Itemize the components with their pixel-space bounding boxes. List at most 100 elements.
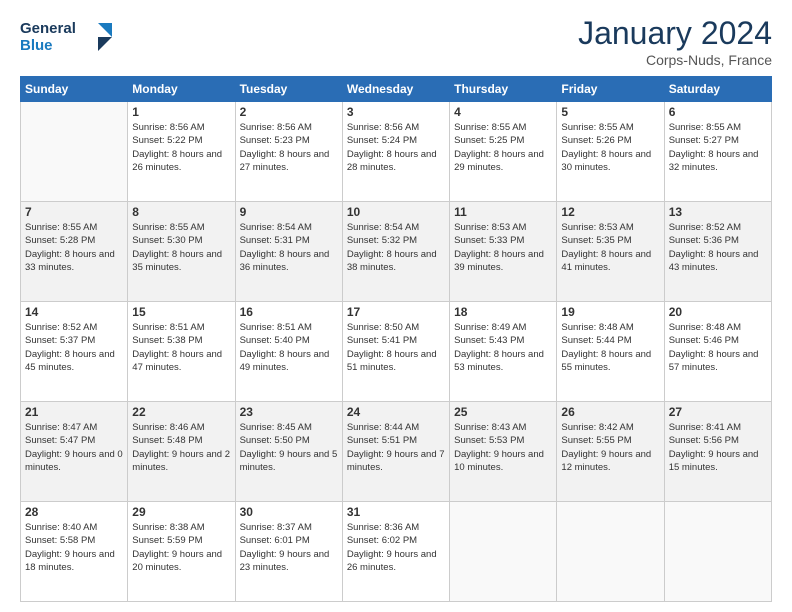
table-row (557, 502, 664, 602)
day-number: 27 (669, 405, 767, 419)
table-row: 7 Sunrise: 8:55 AMSunset: 5:28 PMDaylight… (21, 202, 128, 302)
day-number: 1 (132, 105, 230, 119)
logo: General Blue (20, 15, 120, 62)
day-number: 26 (561, 405, 659, 419)
day-info: Sunrise: 8:40 AMSunset: 5:58 PMDaylight:… (25, 521, 123, 574)
day-info: Sunrise: 8:36 AMSunset: 6:02 PMDaylight:… (347, 521, 445, 574)
table-row: 16Sunrise: 8:51 AMSunset: 5:40 PMDayligh… (235, 302, 342, 402)
table-row (664, 502, 771, 602)
table-row: 23 Sunrise: 8:45 AMSunset: 5:50 PMDayligh… (235, 402, 342, 502)
day-info: Sunrise: 8:56 AMSunset: 5:23 PMDaylight:… (240, 121, 338, 174)
header: General Blue January 2024 Corps-Nuds, Fr… (20, 15, 772, 68)
day-number: 2 (240, 105, 338, 119)
day-number: 23 (240, 405, 338, 419)
day-info: Sunrise: 8:44 AMSunset: 5:51 PMDaylight:… (347, 421, 445, 474)
day-number: 16 (240, 305, 338, 319)
day-info: Sunrise: 8:52 AMSunset: 5:36 PMDaylight:… (669, 221, 767, 274)
table-row: 20Sunrise: 8:48 AMSunset: 5:46 PMDayligh… (664, 302, 771, 402)
svg-text:General: General (20, 20, 76, 37)
calendar-week-row: 1 Sunrise: 8:56 AMSunset: 5:22 PMDaylight… (21, 102, 772, 202)
table-row: 6 Sunrise: 8:55 AMSunset: 5:27 PMDaylight… (664, 102, 771, 202)
logo-text: General Blue (20, 15, 120, 62)
month-title: January 2024 (578, 15, 772, 52)
table-row: 29 Sunrise: 8:38 AMSunset: 5:59 PMDayligh… (128, 502, 235, 602)
calendar-table: Sunday Monday Tuesday Wednesday Thursday… (20, 76, 772, 602)
header-wednesday: Wednesday (342, 77, 449, 102)
page: General Blue January 2024 Corps-Nuds, Fr… (0, 0, 792, 612)
day-info: Sunrise: 8:55 AMSunset: 5:26 PMDaylight:… (561, 121, 659, 174)
day-info: Sunrise: 8:54 AMSunset: 5:31 PMDaylight:… (240, 221, 338, 274)
table-row: 31Sunrise: 8:36 AMSunset: 6:02 PMDayligh… (342, 502, 449, 602)
table-row: 4Sunrise: 8:55 AMSunset: 5:25 PMDaylight… (450, 102, 557, 202)
table-row: 21 Sunrise: 8:47 AMSunset: 5:47 PMDayligh… (21, 402, 128, 502)
day-info: Sunrise: 8:47 AMSunset: 5:47 PMDaylight:… (25, 421, 123, 474)
header-sunday: Sunday (21, 77, 128, 102)
day-number: 9 (240, 205, 338, 219)
day-number: 17 (347, 305, 445, 319)
day-number: 12 (561, 205, 659, 219)
day-info: Sunrise: 8:48 AMSunset: 5:44 PMDaylight:… (561, 321, 659, 374)
table-row: 3 Sunrise: 8:56 AMSunset: 5:24 PMDaylight… (342, 102, 449, 202)
day-number: 6 (669, 105, 767, 119)
day-info: Sunrise: 8:55 AMSunset: 5:30 PMDaylight:… (132, 221, 230, 274)
day-number: 4 (454, 105, 552, 119)
header-friday: Friday (557, 77, 664, 102)
table-row: 18 Sunrise: 8:49 AMSunset: 5:43 PMDayligh… (450, 302, 557, 402)
day-info: Sunrise: 8:38 AMSunset: 5:59 PMDaylight:… (132, 521, 230, 574)
day-info: Sunrise: 8:42 AMSunset: 5:55 PMDaylight:… (561, 421, 659, 474)
day-number: 24 (347, 405, 445, 419)
table-row: 2 Sunrise: 8:56 AMSunset: 5:23 PMDaylight… (235, 102, 342, 202)
table-row: 9 Sunrise: 8:54 AMSunset: 5:31 PMDaylight… (235, 202, 342, 302)
day-info: Sunrise: 8:51 AMSunset: 5:38 PMDaylight:… (132, 321, 230, 374)
calendar-week-row: 21 Sunrise: 8:47 AMSunset: 5:47 PMDayligh… (21, 402, 772, 502)
svg-text:Blue: Blue (20, 37, 53, 54)
day-info: Sunrise: 8:49 AMSunset: 5:43 PMDaylight:… (454, 321, 552, 374)
table-row: 14Sunrise: 8:52 AMSunset: 5:37 PMDayligh… (21, 302, 128, 402)
table-row: 1 Sunrise: 8:56 AMSunset: 5:22 PMDaylight… (128, 102, 235, 202)
day-info: Sunrise: 8:55 AMSunset: 5:28 PMDaylight:… (25, 221, 123, 274)
day-number: 11 (454, 205, 552, 219)
day-number: 28 (25, 505, 123, 519)
day-number: 29 (132, 505, 230, 519)
table-row: 25 Sunrise: 8:43 AMSunset: 5:53 PMDayligh… (450, 402, 557, 502)
day-number: 20 (669, 305, 767, 319)
day-number: 13 (669, 205, 767, 219)
day-number: 8 (132, 205, 230, 219)
table-row: 12 Sunrise: 8:53 AMSunset: 5:35 PMDayligh… (557, 202, 664, 302)
day-number: 5 (561, 105, 659, 119)
day-info: Sunrise: 8:46 AMSunset: 5:48 PMDaylight:… (132, 421, 230, 474)
day-number: 19 (561, 305, 659, 319)
day-number: 14 (25, 305, 123, 319)
day-number: 18 (454, 305, 552, 319)
table-row: 17Sunrise: 8:50 AMSunset: 5:41 PMDayligh… (342, 302, 449, 402)
calendar-week-row: 14Sunrise: 8:52 AMSunset: 5:37 PMDayligh… (21, 302, 772, 402)
table-row: 26 Sunrise: 8:42 AMSunset: 5:55 PMDayligh… (557, 402, 664, 502)
table-row: 5 Sunrise: 8:55 AMSunset: 5:26 PMDaylight… (557, 102, 664, 202)
table-row: 10Sunrise: 8:54 AMSunset: 5:32 PMDayligh… (342, 202, 449, 302)
day-info: Sunrise: 8:43 AMSunset: 5:53 PMDaylight:… (454, 421, 552, 474)
calendar-week-row: 28 Sunrise: 8:40 AMSunset: 5:58 PMDayligh… (21, 502, 772, 602)
header-thursday: Thursday (450, 77, 557, 102)
table-row (21, 102, 128, 202)
table-row: 13 Sunrise: 8:52 AMSunset: 5:36 PMDayligh… (664, 202, 771, 302)
day-info: Sunrise: 8:53 AMSunset: 5:33 PMDaylight:… (454, 221, 552, 274)
header-monday: Monday (128, 77, 235, 102)
day-info: Sunrise: 8:56 AMSunset: 5:24 PMDaylight:… (347, 121, 445, 174)
table-row: 27Sunrise: 8:41 AMSunset: 5:56 PMDayligh… (664, 402, 771, 502)
location: Corps-Nuds, France (578, 52, 772, 68)
day-info: Sunrise: 8:45 AMSunset: 5:50 PMDaylight:… (240, 421, 338, 474)
day-number: 3 (347, 105, 445, 119)
table-row: 19 Sunrise: 8:48 AMSunset: 5:44 PMDayligh… (557, 302, 664, 402)
title-section: January 2024 Corps-Nuds, France (578, 15, 772, 68)
day-info: Sunrise: 8:37 AMSunset: 6:01 PMDaylight:… (240, 521, 338, 574)
day-info: Sunrise: 8:56 AMSunset: 5:22 PMDaylight:… (132, 121, 230, 174)
day-info: Sunrise: 8:55 AMSunset: 5:27 PMDaylight:… (669, 121, 767, 174)
day-info: Sunrise: 8:53 AMSunset: 5:35 PMDaylight:… (561, 221, 659, 274)
day-number: 25 (454, 405, 552, 419)
table-row: 22Sunrise: 8:46 AMSunset: 5:48 PMDayligh… (128, 402, 235, 502)
table-row: 24 Sunrise: 8:44 AMSunset: 5:51 PMDayligh… (342, 402, 449, 502)
day-number: 7 (25, 205, 123, 219)
day-number: 21 (25, 405, 123, 419)
table-row: 15Sunrise: 8:51 AMSunset: 5:38 PMDayligh… (128, 302, 235, 402)
day-info: Sunrise: 8:54 AMSunset: 5:32 PMDaylight:… (347, 221, 445, 274)
